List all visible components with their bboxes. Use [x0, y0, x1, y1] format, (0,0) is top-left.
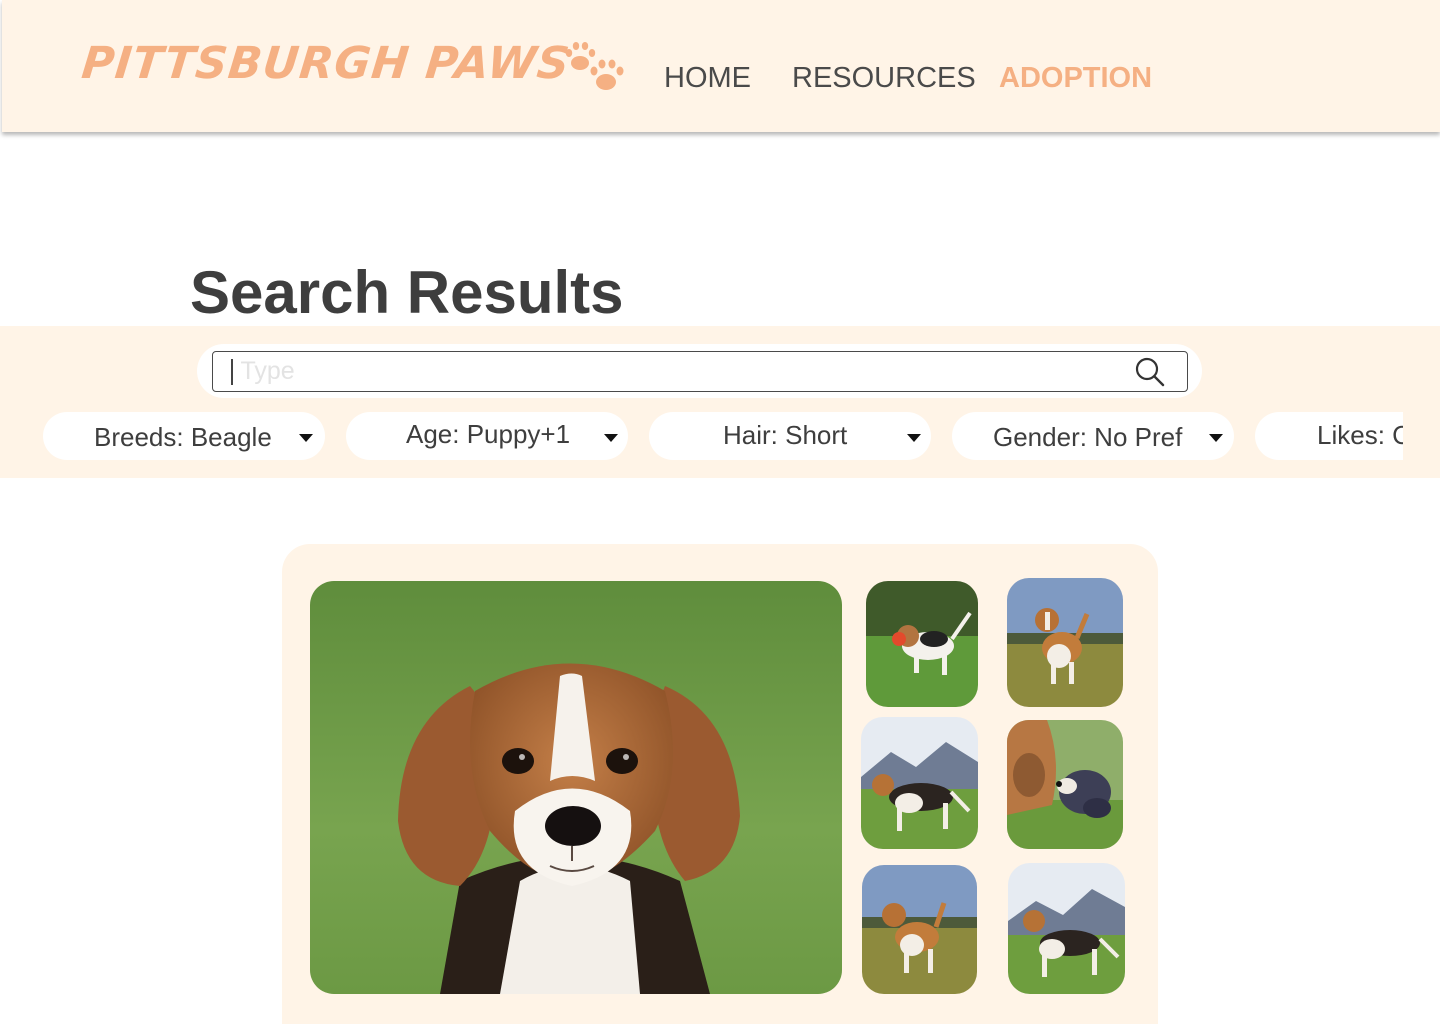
- filter-age[interactable]: Age: Puppy+1: [346, 412, 628, 460]
- nav-resources[interactable]: RESOURCES: [792, 62, 976, 95]
- chevron-down-icon: [1209, 434, 1223, 442]
- thumbnail-photo-6[interactable]: [1008, 863, 1125, 994]
- chevron-down-icon: [299, 434, 313, 442]
- filter-age-label: Age: Puppy+1: [406, 419, 571, 449]
- thumbnail-photo-3[interactable]: [861, 717, 978, 849]
- filter-hair-label: Hair: Short: [723, 420, 848, 450]
- filter-gender[interactable]: Gender: No Pref: [952, 412, 1234, 460]
- filter-row: Breeds: Beagle Age: Puppy+1 Hair: Short …: [0, 412, 1403, 462]
- nav-adoption[interactable]: ADOPTION: [999, 62, 1152, 95]
- chevron-down-icon: [907, 434, 921, 442]
- paw-prints-icon: [565, 42, 624, 90]
- filter-breeds[interactable]: Breeds: Beagle: [43, 412, 325, 460]
- chevron-down-icon: [604, 434, 618, 442]
- pet-gallery-card: [282, 544, 1158, 1024]
- thumbnail-photo-2[interactable]: [1007, 578, 1123, 707]
- site-header: PITTSBURGH PAWS HOME RESOURCES ADOPTION: [2, 0, 1440, 132]
- main-pet-photo[interactable]: [310, 581, 842, 994]
- text-cursor: [231, 358, 233, 385]
- nav-home[interactable]: HOME: [664, 62, 751, 95]
- page-title: Search Results: [190, 259, 624, 326]
- search-container: Type: [197, 344, 1202, 398]
- filter-gender-label: Gender: No Pref: [993, 422, 1183, 452]
- thumbnail-photo-4[interactable]: [1007, 720, 1123, 849]
- search-icon[interactable]: [1135, 357, 1165, 387]
- thumbnail-photo-5[interactable]: [862, 865, 977, 994]
- search-placeholder: Type: [240, 357, 295, 385]
- thumbnail-photo-1[interactable]: [866, 581, 978, 707]
- filter-breeds-label: Breeds: Beagle: [94, 422, 272, 452]
- search-input[interactable]: Type: [212, 351, 1188, 392]
- site-logo[interactable]: PITTSBURGH PAWS: [79, 38, 572, 89]
- search-filter-bar: Type Breeds: Beagle Age: Puppy+1 Hair: S…: [0, 326, 1440, 478]
- filter-likes[interactable]: Likes: Cats: [1255, 412, 1403, 460]
- filter-hair[interactable]: Hair: Short: [649, 412, 931, 460]
- filter-likes-label: Likes: Cats: [1317, 420, 1403, 450]
